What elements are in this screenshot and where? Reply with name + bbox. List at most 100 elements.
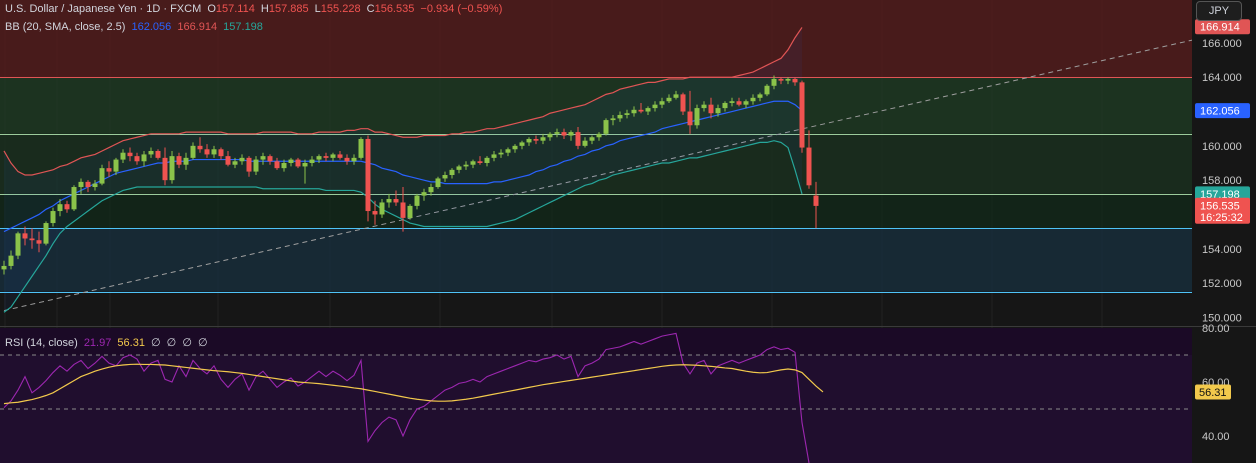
close-label: C	[366, 3, 375, 15]
candle-body	[596, 133, 602, 138]
candle-body	[281, 163, 287, 169]
price-tag-countdown: 16:25:32	[1200, 212, 1243, 224]
candle-body	[183, 157, 189, 165]
candle-body	[22, 233, 28, 239]
candle-body	[638, 109, 644, 112]
candle-body	[645, 108, 651, 112]
candle-body	[148, 150, 154, 155]
rsi-tick-label: 40.00	[1202, 431, 1230, 443]
candle-body	[253, 159, 259, 172]
candle-body	[239, 157, 245, 162]
candle-body	[764, 85, 770, 95]
currency-button[interactable]: JPY	[1196, 1, 1242, 21]
candle-body	[344, 157, 350, 162]
price-tick-label: 154.000	[1202, 244, 1242, 256]
candle-body	[792, 78, 798, 83]
candle-body	[204, 149, 210, 155]
candle-body	[134, 156, 140, 162]
candle-body	[15, 233, 21, 256]
candle-body	[92, 183, 98, 188]
candle-body	[582, 140, 588, 146]
candle-body	[225, 156, 231, 165]
candle-body	[106, 168, 112, 172]
candle-body	[680, 94, 686, 112]
candle-body	[519, 142, 525, 146]
candle-body	[540, 137, 546, 141]
candle-body	[309, 159, 315, 163]
candle-body	[29, 238, 35, 241]
candle-body	[470, 161, 476, 165]
high-label: H	[260, 3, 269, 15]
candle-body	[477, 161, 483, 163]
candle-body	[8, 255, 14, 266]
candle-body	[491, 154, 497, 158]
candle-body	[337, 154, 343, 158]
candle-body	[568, 132, 574, 136]
candle-body	[113, 159, 119, 172]
candle-body	[589, 137, 595, 141]
candle-body	[260, 156, 266, 160]
candle-body	[456, 166, 462, 170]
candle-body	[778, 78, 784, 81]
bb-upper-value: 166.914	[177, 21, 218, 33]
candle-body	[736, 101, 742, 105]
low-label: L	[314, 3, 321, 15]
candle-body	[806, 147, 812, 186]
price-tag-label: 166.914	[1200, 22, 1240, 34]
candle-body	[246, 157, 252, 172]
candle-body	[267, 156, 273, 162]
candle-body	[365, 138, 371, 212]
candle-body	[190, 145, 196, 158]
candle-body	[78, 181, 84, 188]
candle-body	[323, 156, 329, 158]
bb-basis-value: 162.056	[131, 21, 172, 33]
rsi-legend: RSI (14, close) 21.97 56.31 ∅ ∅ ∅ ∅	[5, 336, 211, 349]
bb-legend: BB (20, SMA, close, 2.5) 162.056 166.914…	[5, 21, 266, 33]
candle-body	[708, 104, 714, 114]
candle-body	[358, 138, 364, 158]
candle-body	[155, 150, 161, 158]
candle-body	[197, 145, 203, 150]
price-zone-4	[0, 228, 1192, 292]
candle-body	[659, 101, 665, 105]
price-tick-label: 166.000	[1202, 38, 1242, 50]
candle-body	[43, 223, 49, 244]
candle-body	[127, 152, 133, 157]
open-label: O	[207, 3, 216, 15]
candle-body	[302, 163, 308, 167]
rsi-extra-0: ∅	[151, 337, 161, 349]
candle-body	[386, 199, 392, 203]
candle-body	[421, 192, 427, 196]
open-value: 157.114	[215, 3, 255, 15]
chart-canvas[interactable]: 166.000164.000162.000160.000158.000154.0…	[0, 0, 1256, 463]
close-value: 156.535	[374, 3, 415, 15]
candle-body	[400, 202, 406, 218]
candle-body	[617, 114, 623, 119]
candle-body	[799, 82, 805, 148]
candle-body	[554, 132, 560, 134]
candle-body	[449, 169, 455, 176]
candle-body	[547, 133, 553, 138]
candle-body	[743, 101, 749, 105]
candle-body	[603, 120, 609, 134]
price-tag-label: 156.535	[1200, 200, 1240, 212]
rsi-ma-value: 56.31	[117, 337, 145, 349]
candle-body	[218, 149, 224, 157]
candle-body	[176, 156, 182, 165]
candle-body	[57, 204, 63, 212]
candle-body	[50, 211, 56, 224]
rsi-axis[interactable]: 80.0060.0040.0056.31	[1192, 323, 1256, 463]
price-tick-label: 158.000	[1202, 175, 1242, 187]
candle-body	[288, 159, 294, 163]
candle-body	[316, 156, 322, 160]
rsi-value-tag-label: 56.31	[1199, 387, 1227, 399]
candle-body	[232, 161, 238, 165]
rsi-extra-1: ∅	[166, 337, 177, 349]
candle-body	[1, 265, 7, 270]
candle-body	[463, 164, 469, 167]
candle-body	[64, 204, 70, 210]
candle-body	[169, 156, 175, 181]
rsi-value: 21.97	[83, 337, 112, 349]
candle-body	[673, 94, 679, 98]
candle-body	[71, 187, 77, 210]
